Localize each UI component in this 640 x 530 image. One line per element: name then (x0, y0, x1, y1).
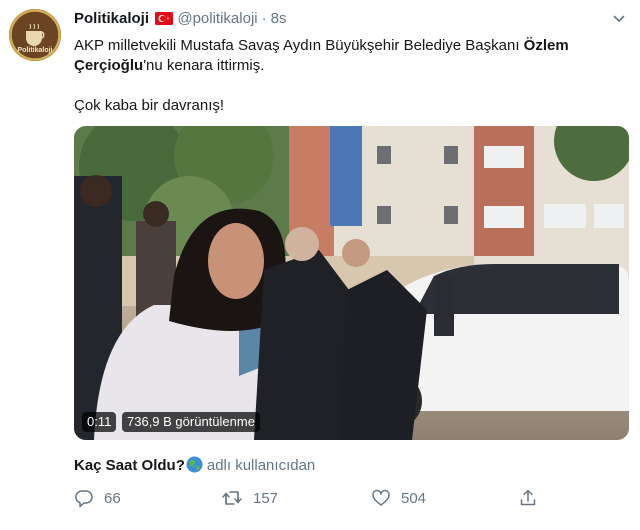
tweet-text-part1: AKP milletvekili Mustafa Savaş Aydın Büy… (74, 37, 524, 54)
video-view-count: 736,9 B görüntülenme (122, 412, 260, 432)
video-frame (74, 126, 629, 440)
source-account-name[interactable]: Kaç Saat Oldu? (74, 457, 185, 474)
tweet-text-part2: 'nu kenara ittirmiş. (143, 57, 265, 74)
retweet-count: 157 (253, 489, 279, 507)
avatar[interactable]: Politikaloji (9, 9, 61, 61)
share-button[interactable] (518, 488, 538, 508)
tweet-text-line2: Çok kaba bir davranış! (74, 97, 225, 114)
video-duration: 0:11 (82, 412, 117, 432)
reply-icon (74, 488, 94, 508)
video-attribution: Kaç Saat Oldu? adlı kullanıcıdan (74, 456, 315, 477)
retweet-button[interactable]: 157 (221, 488, 278, 508)
video-player[interactable]: 0:11 736,9 B görüntülenme (74, 126, 629, 440)
chevron-down-icon[interactable] (612, 12, 626, 31)
like-button[interactable]: 504 (371, 488, 426, 508)
retweet-icon (221, 488, 243, 508)
tweet-text-line1: AKP milletvekili Mustafa Savaş Aydın Büy… (74, 36, 624, 76)
tweet-actions: 66 157 504 (74, 488, 624, 512)
reply-button[interactable]: 66 (74, 488, 121, 508)
tweet-timestamp[interactable]: 8s (271, 10, 287, 27)
turkey-flag-icon (155, 12, 174, 29)
author-handle[interactable]: @politikaloji (177, 10, 257, 27)
tweet-header: Politikaloji @politikaloji · 8s (74, 10, 286, 29)
separator-dot: · (261, 10, 267, 27)
like-count: 504 (401, 489, 427, 507)
author-name[interactable]: Politikaloji (74, 10, 149, 27)
avatar-label: Politikaloji (17, 47, 52, 54)
reply-count: 66 (104, 489, 121, 507)
source-suffix: adlı kullanıcıdan (206, 457, 316, 474)
tweet-text: AKP milletvekili Mustafa Savaş Aydın Büy… (74, 36, 624, 116)
globe-icon (186, 456, 203, 477)
heart-icon (371, 488, 391, 508)
share-icon (518, 488, 538, 508)
